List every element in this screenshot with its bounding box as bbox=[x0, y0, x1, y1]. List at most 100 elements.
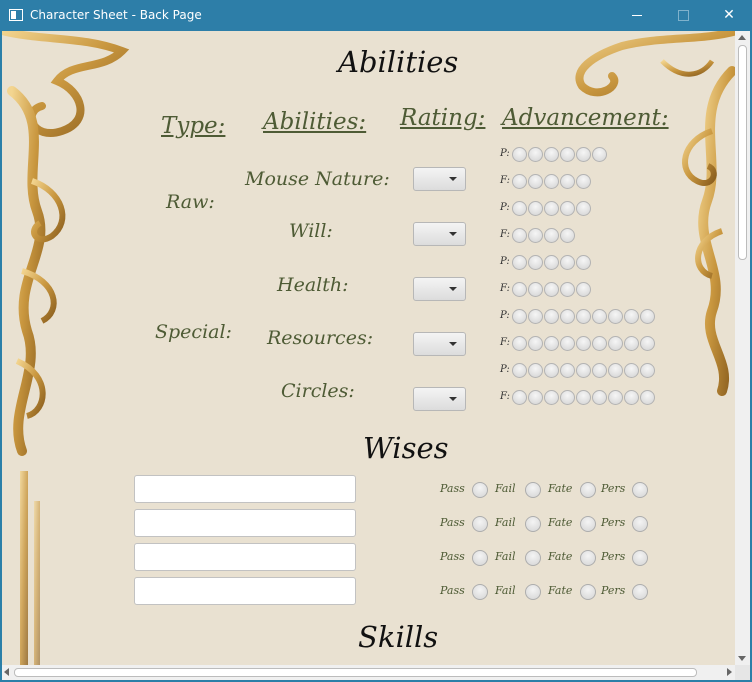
wise-pers-radio[interactable] bbox=[632, 516, 648, 532]
advancement-pass-checkbox[interactable] bbox=[512, 255, 527, 270]
wise-fate-radio[interactable] bbox=[580, 482, 596, 498]
advancement-fail-checkbox[interactable] bbox=[544, 228, 559, 243]
advancement-pass-checkbox[interactable] bbox=[576, 309, 591, 324]
advancement-fail-checkbox[interactable] bbox=[560, 336, 575, 351]
advancement-pass-checkbox[interactable] bbox=[576, 147, 591, 162]
advancement-fail-checkbox[interactable] bbox=[624, 390, 639, 405]
scroll-down-icon[interactable] bbox=[738, 656, 746, 661]
advancement-fail-checkbox[interactable] bbox=[544, 390, 559, 405]
advancement-pass-checkbox[interactable] bbox=[512, 363, 527, 378]
wise-name-field[interactable] bbox=[134, 543, 356, 571]
wise-name-field[interactable] bbox=[134, 577, 356, 605]
wise-pass-radio[interactable] bbox=[472, 584, 488, 600]
advancement-pass-checkbox[interactable] bbox=[624, 363, 639, 378]
advancement-pass-checkbox[interactable] bbox=[560, 255, 575, 270]
advancement-fail-checkbox[interactable] bbox=[560, 282, 575, 297]
advancement-pass-checkbox[interactable] bbox=[528, 201, 543, 216]
vertical-scrollbar[interactable] bbox=[735, 31, 750, 665]
wise-fail-radio[interactable] bbox=[525, 516, 541, 532]
rating-dropdown-health[interactable] bbox=[413, 277, 466, 301]
advancement-fail-checkbox[interactable] bbox=[512, 228, 527, 243]
advancement-fail-checkbox[interactable] bbox=[528, 336, 543, 351]
advancement-fail-checkbox[interactable] bbox=[528, 174, 543, 189]
wise-name-field[interactable] bbox=[134, 509, 356, 537]
advancement-pass-checkbox[interactable] bbox=[512, 201, 527, 216]
advancement-fail-checkbox[interactable] bbox=[576, 282, 591, 297]
horizontal-scrollbar[interactable] bbox=[2, 665, 735, 680]
rating-dropdown-circles[interactable] bbox=[413, 387, 466, 411]
advancement-fail-checkbox[interactable] bbox=[512, 390, 527, 405]
advancement-fail-checkbox[interactable] bbox=[560, 390, 575, 405]
advancement-pass-checkbox[interactable] bbox=[528, 147, 543, 162]
vertical-scroll-thumb[interactable] bbox=[738, 45, 747, 260]
advancement-fail-checkbox[interactable] bbox=[640, 336, 655, 351]
advancement-pass-checkbox[interactable] bbox=[608, 363, 623, 378]
advancement-fail-checkbox[interactable] bbox=[624, 336, 639, 351]
advancement-pass-checkbox[interactable] bbox=[512, 147, 527, 162]
wise-pass-radio[interactable] bbox=[472, 516, 488, 532]
wise-fate-radio[interactable] bbox=[580, 584, 596, 600]
advancement-pass-checkbox[interactable] bbox=[560, 201, 575, 216]
title-bar[interactable]: Character Sheet - Back Page ✕ bbox=[0, 0, 752, 31]
advancement-fail-checkbox[interactable] bbox=[544, 174, 559, 189]
wise-pers-radio[interactable] bbox=[632, 584, 648, 600]
rating-dropdown-resources[interactable] bbox=[413, 332, 466, 356]
advancement-fail-checkbox[interactable] bbox=[608, 390, 623, 405]
advancement-pass-checkbox[interactable] bbox=[528, 255, 543, 270]
scroll-up-icon[interactable] bbox=[738, 35, 746, 40]
advancement-pass-checkbox[interactable] bbox=[544, 147, 559, 162]
advancement-fail-checkbox[interactable] bbox=[528, 390, 543, 405]
advancement-fail-checkbox[interactable] bbox=[576, 336, 591, 351]
advancement-pass-checkbox[interactable] bbox=[528, 309, 543, 324]
advancement-pass-checkbox[interactable] bbox=[576, 201, 591, 216]
advancement-pass-checkbox[interactable] bbox=[544, 201, 559, 216]
advancement-pass-checkbox[interactable] bbox=[544, 309, 559, 324]
advancement-fail-checkbox[interactable] bbox=[576, 390, 591, 405]
wise-fail-radio[interactable] bbox=[525, 584, 541, 600]
scroll-right-icon[interactable] bbox=[727, 668, 732, 676]
advancement-fail-checkbox[interactable] bbox=[512, 174, 527, 189]
horizontal-scroll-thumb[interactable] bbox=[14, 668, 697, 677]
advancement-pass-checkbox[interactable] bbox=[592, 363, 607, 378]
wise-pass-radio[interactable] bbox=[472, 550, 488, 566]
advancement-pass-checkbox[interactable] bbox=[592, 147, 607, 162]
wise-fate-radio[interactable] bbox=[580, 516, 596, 532]
maximize-button[interactable] bbox=[660, 0, 706, 31]
advancement-fail-checkbox[interactable] bbox=[640, 390, 655, 405]
advancement-fail-checkbox[interactable] bbox=[528, 228, 543, 243]
wise-pass-radio[interactable] bbox=[472, 482, 488, 498]
advancement-pass-checkbox[interactable] bbox=[544, 363, 559, 378]
advancement-fail-checkbox[interactable] bbox=[512, 282, 527, 297]
wise-pers-radio[interactable] bbox=[632, 550, 648, 566]
wise-name-field[interactable] bbox=[134, 475, 356, 503]
wise-fail-radio[interactable] bbox=[525, 482, 541, 498]
close-button[interactable]: ✕ bbox=[706, 0, 752, 31]
advancement-pass-checkbox[interactable] bbox=[544, 255, 559, 270]
advancement-pass-checkbox[interactable] bbox=[528, 363, 543, 378]
advancement-pass-checkbox[interactable] bbox=[560, 147, 575, 162]
advancement-fail-checkbox[interactable] bbox=[592, 390, 607, 405]
rating-dropdown-mouse-nature[interactable] bbox=[413, 167, 466, 191]
advancement-pass-checkbox[interactable] bbox=[512, 309, 527, 324]
rating-dropdown-will[interactable] bbox=[413, 222, 466, 246]
advancement-fail-checkbox[interactable] bbox=[528, 282, 543, 297]
advancement-pass-checkbox[interactable] bbox=[576, 255, 591, 270]
scroll-left-icon[interactable] bbox=[4, 668, 9, 676]
advancement-pass-checkbox[interactable] bbox=[608, 309, 623, 324]
advancement-pass-checkbox[interactable] bbox=[560, 363, 575, 378]
advancement-fail-checkbox[interactable] bbox=[544, 282, 559, 297]
advancement-fail-checkbox[interactable] bbox=[544, 336, 559, 351]
advancement-fail-checkbox[interactable] bbox=[576, 174, 591, 189]
advancement-fail-checkbox[interactable] bbox=[560, 228, 575, 243]
advancement-pass-checkbox[interactable] bbox=[624, 309, 639, 324]
advancement-pass-checkbox[interactable] bbox=[576, 363, 591, 378]
advancement-fail-checkbox[interactable] bbox=[592, 336, 607, 351]
advancement-pass-checkbox[interactable] bbox=[560, 309, 575, 324]
advancement-fail-checkbox[interactable] bbox=[512, 336, 527, 351]
advancement-pass-checkbox[interactable] bbox=[592, 309, 607, 324]
advancement-pass-checkbox[interactable] bbox=[640, 309, 655, 324]
wise-fate-radio[interactable] bbox=[580, 550, 596, 566]
wise-fail-radio[interactable] bbox=[525, 550, 541, 566]
wise-pers-radio[interactable] bbox=[632, 482, 648, 498]
advancement-fail-checkbox[interactable] bbox=[608, 336, 623, 351]
